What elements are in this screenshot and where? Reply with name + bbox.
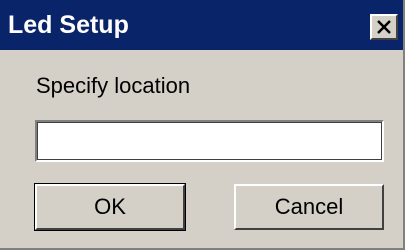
dialog-title: Led Setup <box>8 11 129 39</box>
close-icon <box>377 20 391 34</box>
ok-button[interactable]: OK <box>34 183 186 231</box>
title-bar[interactable]: Led Setup <box>0 0 403 50</box>
cancel-button[interactable]: Cancel <box>234 184 384 230</box>
location-input[interactable] <box>35 120 384 162</box>
location-label: Specify location <box>36 73 191 98</box>
close-button[interactable] <box>370 14 398 40</box>
led-setup-dialog: Led Setup Specify location OK Cancel <box>0 0 405 250</box>
